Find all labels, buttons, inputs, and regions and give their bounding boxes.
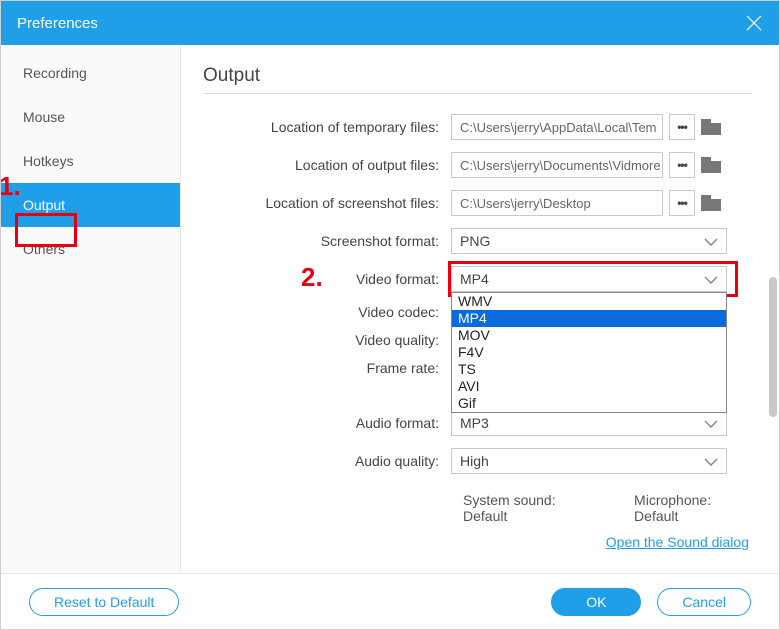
label-screenshot-files: Location of screenshot files:: [203, 195, 451, 211]
screenshot-format-select[interactable]: PNG: [451, 228, 727, 254]
video-format-value: MP4: [460, 271, 489, 287]
chevron-down-icon: [704, 233, 718, 249]
chevron-down-icon: [704, 271, 718, 287]
reset-to-default-button[interactable]: Reset to Default: [29, 588, 179, 616]
label-frame-rate: Frame rate:: [203, 360, 451, 376]
sidebar-item-recording[interactable]: Recording: [1, 51, 180, 95]
microphone-value: Default: [634, 508, 678, 524]
cancel-button[interactable]: Cancel: [657, 588, 751, 616]
sidebar-item-hotkeys[interactable]: Hotkeys: [1, 139, 180, 183]
audio-quality-select[interactable]: High: [451, 448, 727, 474]
sidebar-item-mouse[interactable]: Mouse: [1, 95, 180, 139]
close-icon[interactable]: [745, 14, 763, 32]
temp-files-field[interactable]: C:\Users\jerry\AppData\Local\Tem: [451, 114, 663, 140]
label-video-codec: Video codec:: [203, 304, 451, 320]
chevron-down-icon: [704, 453, 718, 469]
label-screenshot-format: Screenshot format:: [203, 233, 451, 249]
label-video-quality: Video quality:: [203, 332, 451, 348]
open-sound-dialog-link[interactable]: Open the Sound dialog: [606, 534, 749, 550]
screenshot-format-value: PNG: [460, 233, 490, 249]
audio-format-select[interactable]: MP3: [451, 410, 727, 436]
video-format-dropdown: WMV MP4 MOV F4V TS AVI Gif: [451, 292, 727, 413]
window-title: Preferences: [17, 15, 98, 32]
video-format-option-avi[interactable]: AVI: [452, 378, 726, 395]
browse-temp-button[interactable]: •••: [669, 114, 695, 140]
folder-icon[interactable]: [701, 119, 721, 135]
screenshot-files-field[interactable]: C:\Users\jerry\Desktop: [451, 190, 663, 216]
video-format-option-ts[interactable]: TS: [452, 361, 726, 378]
scrollbar[interactable]: [769, 277, 777, 417]
main-panel: Output Location of temporary files: C:\U…: [181, 45, 779, 573]
browse-output-button[interactable]: •••: [669, 152, 695, 178]
video-format-option-mp4[interactable]: MP4: [452, 310, 726, 327]
sidebar-item-output[interactable]: Output: [1, 183, 180, 227]
folder-icon[interactable]: [701, 157, 721, 173]
label-video-format: Video format:: [203, 271, 451, 287]
output-files-field[interactable]: C:\Users\jerry\Documents\Vidmore: [451, 152, 663, 178]
label-audio-quality: Audio quality:: [203, 453, 451, 469]
preferences-window: Preferences 1. Recording Mouse Hotkeys O…: [0, 0, 780, 630]
sidebar: 1. Recording Mouse Hotkeys Output Others: [1, 45, 181, 573]
video-format-option-gif[interactable]: Gif: [452, 395, 726, 412]
folder-icon[interactable]: [701, 195, 721, 211]
video-format-option-wmv[interactable]: WMV: [452, 293, 726, 310]
titlebar: Preferences: [1, 1, 779, 45]
label-output-files: Location of output files:: [203, 157, 451, 173]
video-format-option-f4v[interactable]: F4V: [452, 344, 726, 361]
browse-screenshot-button[interactable]: •••: [669, 190, 695, 216]
chevron-down-icon: [704, 415, 718, 431]
sidebar-item-others[interactable]: Others: [1, 227, 180, 271]
footer: Reset to Default OK Cancel: [1, 573, 779, 629]
label-audio-format: Audio format:: [203, 415, 451, 431]
video-format-option-mov[interactable]: MOV: [452, 327, 726, 344]
system-sound-value: Default: [463, 508, 507, 524]
section-title-output: Output: [203, 65, 751, 94]
label-system-sound: System sound:: [463, 492, 556, 508]
audio-quality-value: High: [460, 453, 489, 469]
label-microphone: Microphone:: [634, 492, 711, 508]
label-temp-files: Location of temporary files:: [203, 119, 451, 135]
sound-info-row: System sound: Default Microphone: Defaul…: [463, 492, 751, 524]
ok-button[interactable]: OK: [551, 588, 641, 616]
audio-format-value: MP3: [460, 415, 489, 431]
video-format-select[interactable]: MP4: [451, 266, 727, 292]
